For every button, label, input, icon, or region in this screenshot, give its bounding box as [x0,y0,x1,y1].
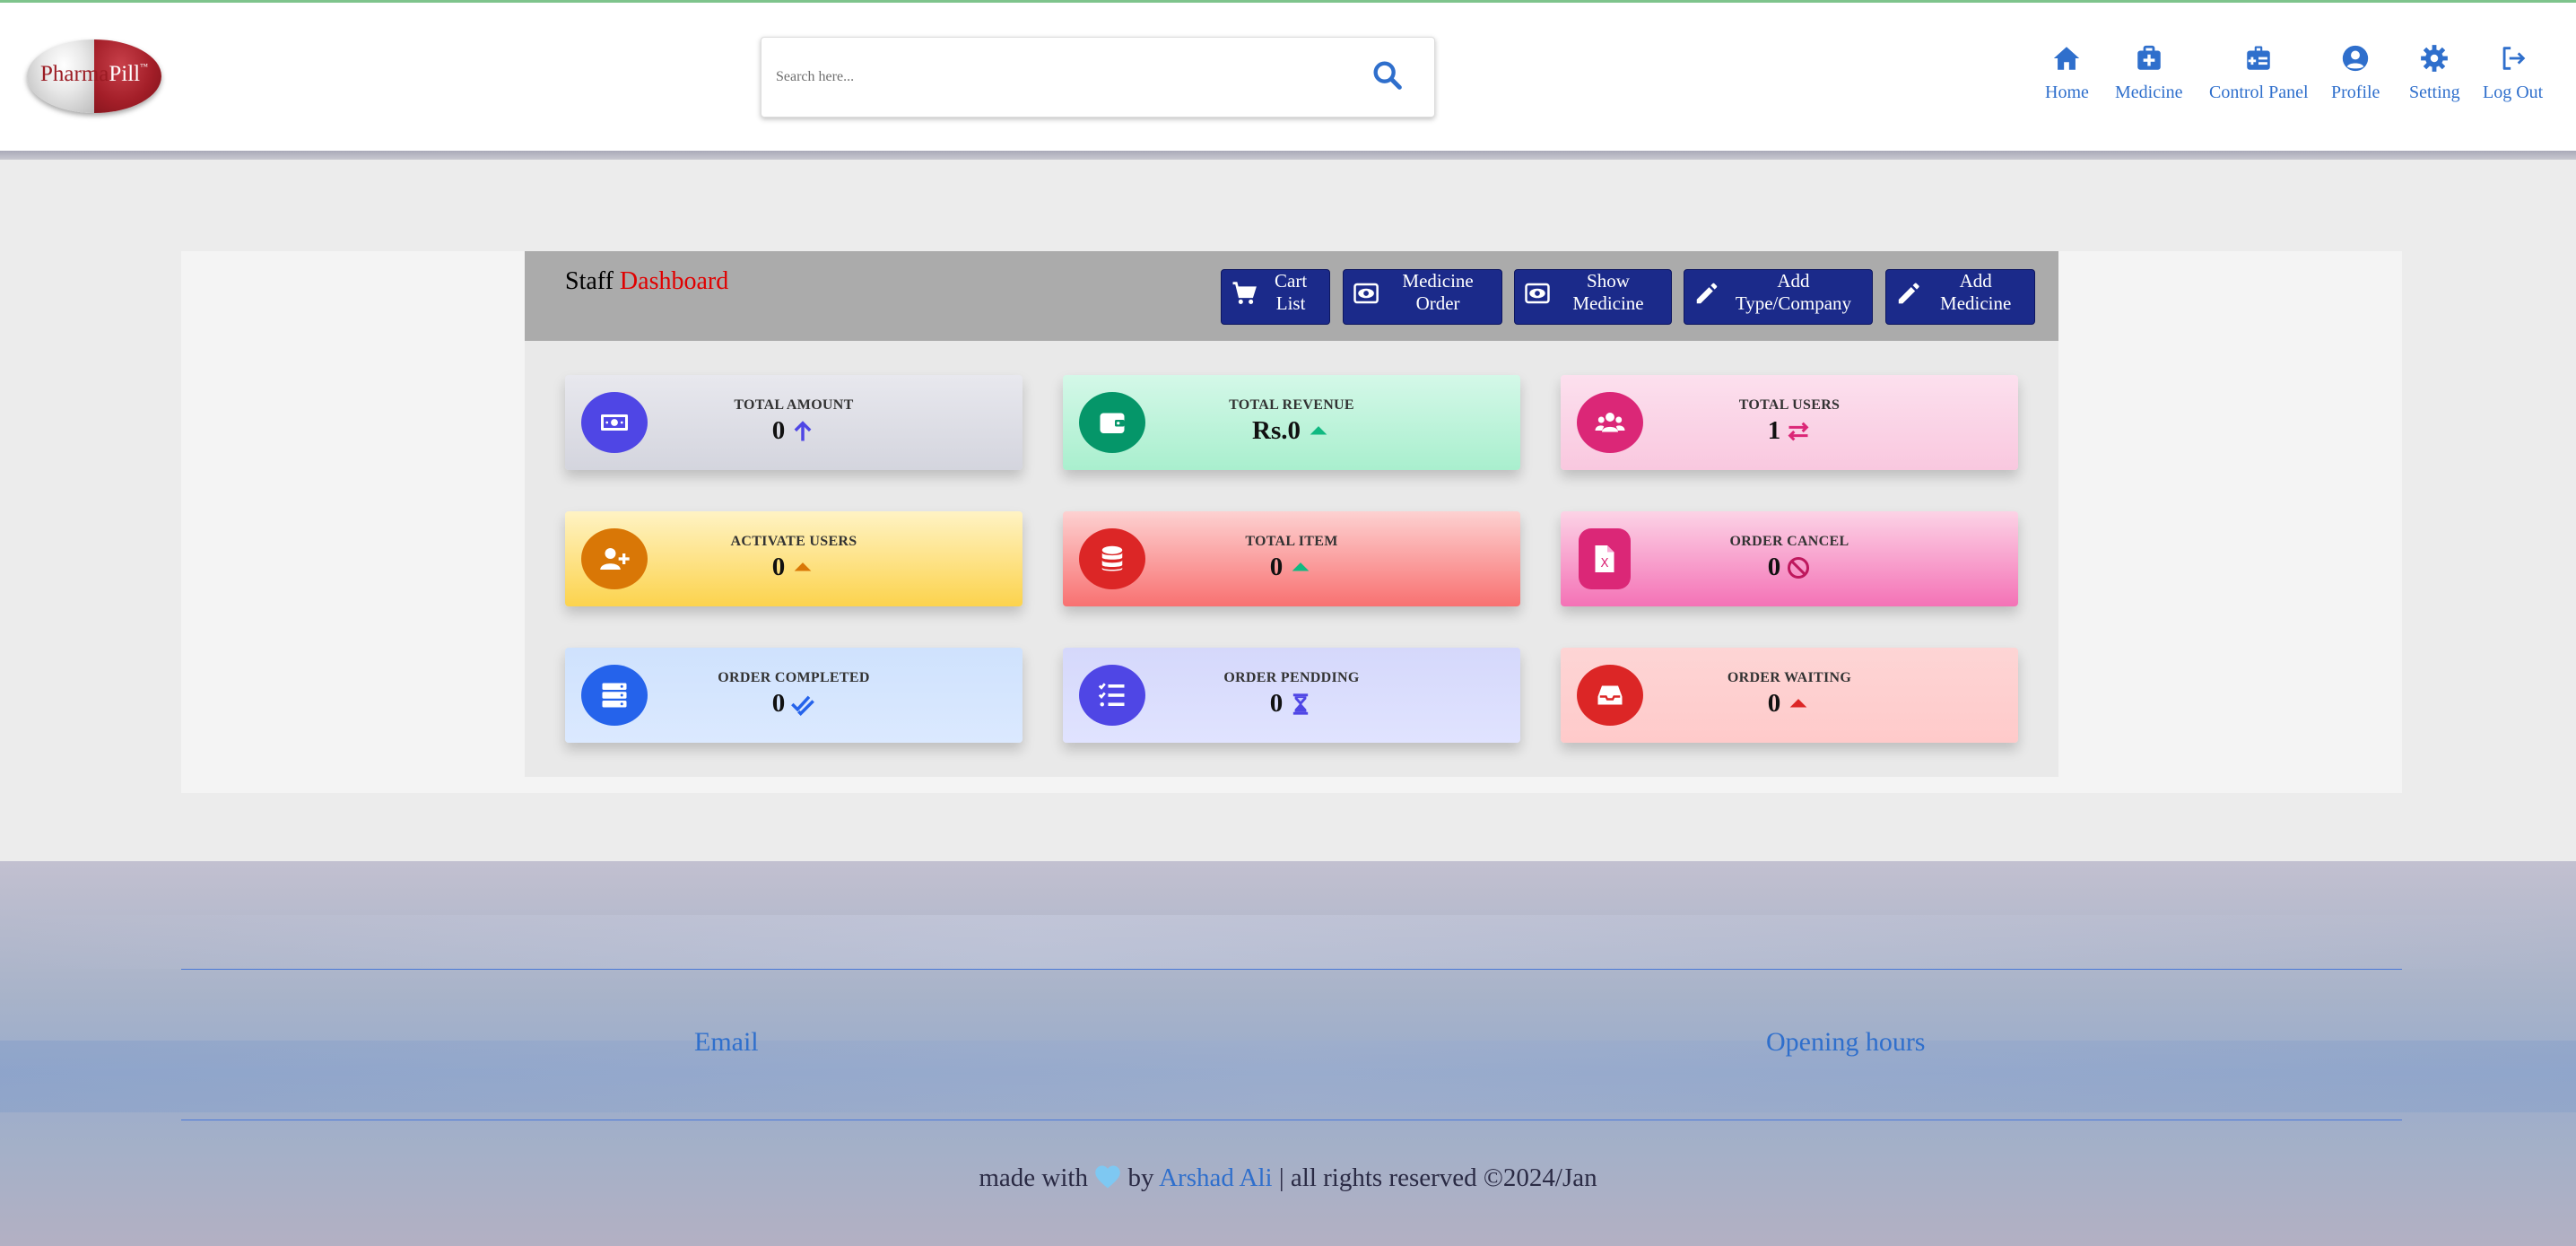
card-order-completed[interactable]: Order Completed 0 [565,648,1023,743]
ban-icon [1788,556,1810,579]
search-input[interactable] [774,61,1352,93]
author-link[interactable]: Arshad Ali [1159,1163,1272,1192]
footer-opening-hours-link[interactable]: Opening hours [1766,1027,1925,1058]
medicine-order-button[interactable]: Medicine Order [1343,269,1502,325]
card-label: Total Amount [734,397,854,413]
card-order-pendding[interactable]: Order Pendding 0 [1063,648,1520,743]
pencil-icon [1696,283,1718,304]
gear-icon [2421,45,2449,72]
cart-list-button[interactable]: Cart List [1221,269,1330,325]
footer-credit: made with by Arshad Ali | all rights res… [979,1163,1597,1192]
nav-profile[interactable]: Profile [2331,43,2380,103]
eye-icon [1525,283,1550,304]
nav-logout[interactable]: Log Out [2483,43,2543,103]
cart-icon [1232,282,1257,304]
card-total-revenue[interactable]: Total Revenue Rs.0 [1063,375,1520,470]
footer-email-link[interactable]: Email [694,1027,759,1058]
nav-home-label: Home [2045,83,2089,102]
logo-text-pill: Pill [109,62,141,86]
nav-setting-label: Setting [2409,83,2460,102]
card-order-waiting[interactable]: Order Waiting 0 [1561,648,2018,743]
hourglass-icon [1293,693,1309,715]
card-label: Activate Users [730,534,857,549]
header-shadow [0,151,2576,160]
home-icon [2054,47,2080,70]
card-value: 0 [771,689,786,718]
search-box [761,37,1435,118]
nav-control-panel[interactable]: Control Panel [2209,43,2309,103]
double-check-icon [791,695,815,716]
exchange-icon [1788,422,1809,440]
nav-medicine-label: Medicine [2115,83,2183,102]
card-value: Rs.0 [1252,416,1301,445]
show-medicine-label: Show Medicine [1572,270,1644,314]
card-value: 0 [771,416,786,445]
caret-up-icon [1292,562,1310,571]
card-label: Total Item [1245,534,1338,549]
logout-icon [2502,47,2525,70]
nav-logout-label: Log Out [2483,83,2544,102]
heart-icon [1095,1165,1120,1189]
nav-medicine[interactable]: Medicine [2115,43,2183,103]
cart-list-label: Cart List [1275,270,1308,314]
card-value: 0 [771,553,786,581]
caret-up-icon [1789,698,1807,707]
add-medicine-label: Add Medicine [1940,270,2012,314]
card-label: Order Pendding [1223,670,1360,685]
id-badge-icon [2247,46,2271,70]
logo[interactable]: PharmaPill™ [27,39,161,113]
footer-divider-top [181,969,2402,970]
card-total-item[interactable]: Total Item 0 [1063,511,1520,606]
nav-control-panel-label: Control Panel [2209,83,2309,102]
add-medicine-button[interactable]: Add Medicine [1885,269,2035,325]
card-value: 0 [1269,689,1284,718]
card-value: 0 [1767,553,1781,581]
nav-profile-label: Profile [2331,83,2380,102]
eye-icon [1353,283,1379,304]
nav-home[interactable]: Home [2045,43,2089,103]
card-label: Order Waiting [1727,670,1852,685]
card-total-users[interactable]: Total Users 1 [1561,375,2018,470]
card-label: Order Cancel [1729,534,1849,549]
arrow-up-icon [794,420,812,440]
logo-text-pharma: Pharma [40,62,109,86]
card-activate-users[interactable]: Activate Users 0 [565,511,1023,606]
card-value: 1 [1767,416,1781,445]
card-order-cancel[interactable]: X Order Cancel 0 [1561,511,2018,606]
search-icon[interactable] [1370,57,1405,93]
card-value: 0 [1767,689,1781,718]
card-value: 0 [1269,553,1284,581]
card-label: Total Revenue [1229,397,1354,413]
add-type-company-button[interactable]: Add Type/Company [1684,269,1873,325]
card-total-amount[interactable]: Total Amount 0 [565,375,1023,470]
page-title: Staff Dashboard [565,267,729,295]
pencil-icon [1898,283,1919,304]
add-type-company-label: Add Type/Company [1735,270,1852,314]
caret-up-icon [1310,425,1327,434]
user-circle-icon [2343,45,2369,72]
show-medicine-button[interactable]: Show Medicine [1514,269,1672,325]
nav-setting[interactable]: Setting [2409,43,2460,103]
caret-up-icon [794,562,812,571]
card-label: Order Completed [718,670,870,685]
medical-kit-icon [2137,45,2161,70]
medicine-order-label: Medicine Order [1402,270,1474,314]
card-label: Total Users [1738,397,1841,413]
